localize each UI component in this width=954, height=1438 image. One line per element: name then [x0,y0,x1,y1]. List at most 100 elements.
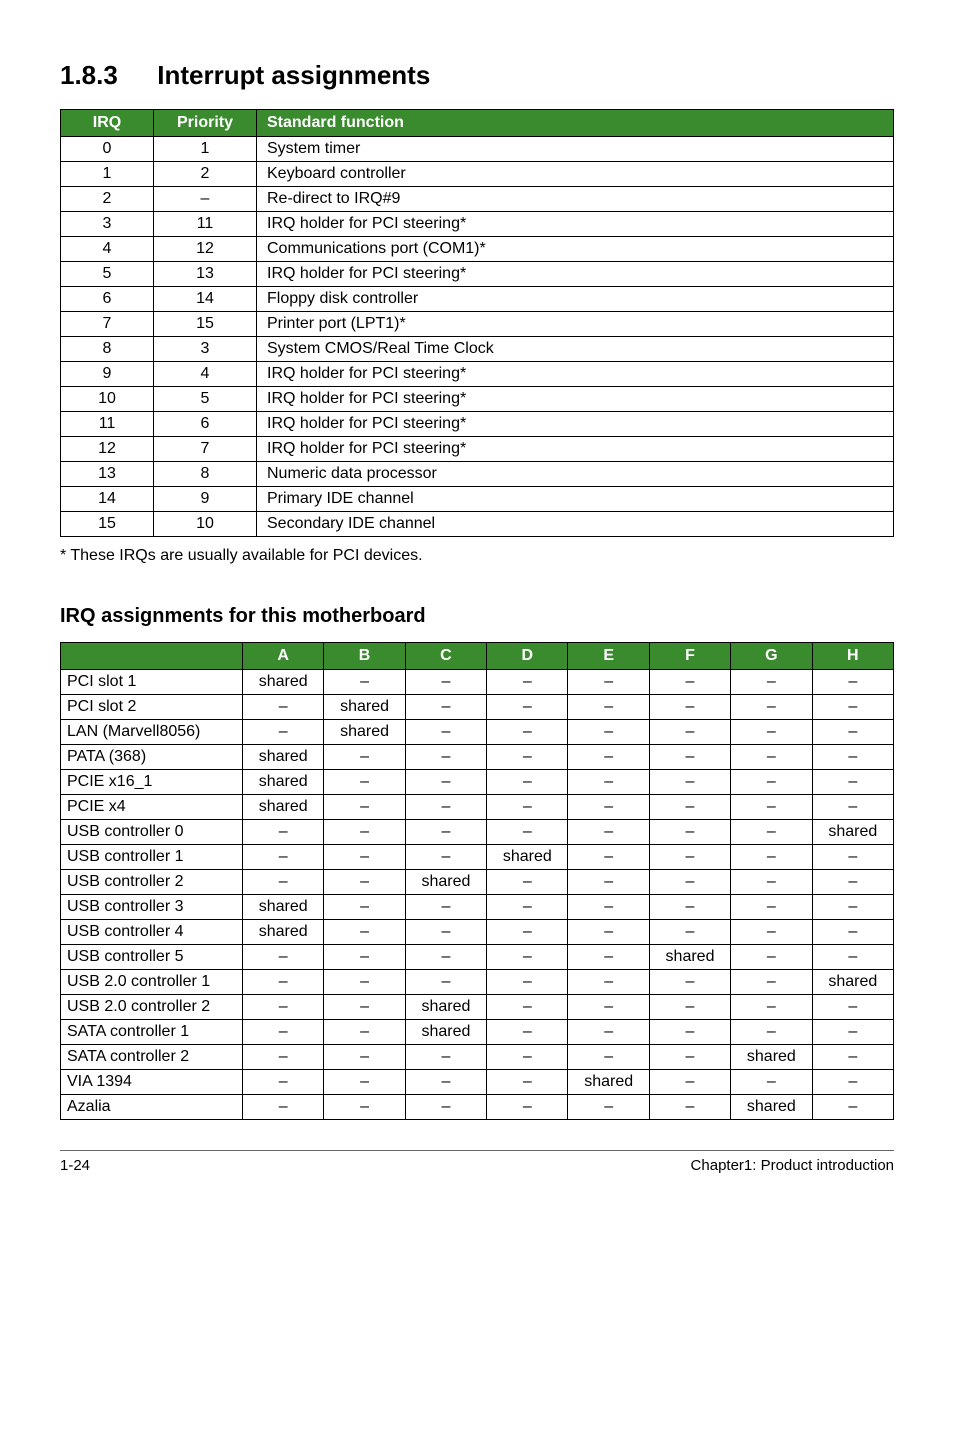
cell-assignment: – [649,795,730,820]
table-row: USB 2.0 controller 1–––––––shared [61,970,894,995]
footnote: * These IRQs are usually available for P… [60,547,894,565]
cell-assignment: – [324,995,405,1020]
cell-assignment: – [568,970,649,995]
cell-irq: 3 [61,212,154,237]
cell-assignment: – [568,995,649,1020]
cell-assignment: – [487,720,568,745]
cell-assignment: – [405,670,486,695]
table-row: PCIE x16_1shared––––––– [61,770,894,795]
cell-priority: 9 [154,487,257,512]
cell-assignment: – [243,945,324,970]
cell-function: IRQ holder for PCI steering* [257,412,894,437]
cell-assignment: shared [243,745,324,770]
cell-function: IRQ holder for PCI steering* [257,212,894,237]
table-row: USB controller 0–––––––shared [61,820,894,845]
cell-priority: 3 [154,337,257,362]
cell-assignment: – [731,870,812,895]
cell-assignment: shared [243,895,324,920]
cell-priority: 10 [154,512,257,537]
table-row: VIA 1394––––shared––– [61,1070,894,1095]
cell-assignment: – [649,920,730,945]
table-row: 83System CMOS/Real Time Clock [61,337,894,362]
cell-device-label: PCIE x16_1 [61,770,243,795]
cell-assignment: – [731,845,812,870]
cell-assignment: – [812,845,893,870]
cell-assignment: – [568,720,649,745]
table-row: USB controller 1–––shared–––– [61,845,894,870]
cell-priority: 8 [154,462,257,487]
cell-priority: 13 [154,262,257,287]
cell-assignment: – [324,1070,405,1095]
cell-priority: 11 [154,212,257,237]
cell-assignment: – [731,970,812,995]
cell-assignment: – [568,945,649,970]
cell-assignment: – [731,720,812,745]
cell-device-label: Azalia [61,1095,243,1120]
cell-assignment: – [812,770,893,795]
cell-assignment: – [324,870,405,895]
cell-assignment: shared [731,1095,812,1120]
cell-function: Communications port (COM1)* [257,237,894,262]
cell-assignment: shared [812,970,893,995]
cell-device-label: PCI slot 1 [61,670,243,695]
cell-assignment: – [324,1095,405,1120]
cell-assignment: – [649,1095,730,1120]
cell-assignment: – [649,820,730,845]
cell-assignment: – [568,1045,649,1070]
cell-assignment: – [487,1045,568,1070]
cell-assignment: – [324,745,405,770]
col-header-letter: F [649,643,730,670]
cell-assignment: – [405,1070,486,1095]
cell-assignment: – [812,1045,893,1070]
cell-irq: 7 [61,312,154,337]
cell-irq: 12 [61,437,154,462]
cell-assignment: – [731,945,812,970]
cell-assignment: shared [405,995,486,1020]
cell-assignment: – [487,1070,568,1095]
cell-assignment: – [649,1020,730,1045]
cell-function: Printer port (LPT1)* [257,312,894,337]
cell-priority: 5 [154,387,257,412]
cell-assignment: – [487,995,568,1020]
cell-assignment: – [812,745,893,770]
col-header-device [61,643,243,670]
cell-device-label: USB controller 4 [61,920,243,945]
table-row: 12Keyboard controller [61,162,894,187]
cell-assignment: – [405,945,486,970]
cell-function: System CMOS/Real Time Clock [257,337,894,362]
cell-assignment: – [243,720,324,745]
cell-assignment: – [568,745,649,770]
cell-assignment: – [649,1045,730,1070]
table-row: PATA (368)shared––––––– [61,745,894,770]
cell-assignment: – [487,870,568,895]
cell-assignment: – [487,920,568,945]
table-row: 116IRQ holder for PCI steering* [61,412,894,437]
col-header-letter: A [243,643,324,670]
cell-assignment: – [812,670,893,695]
cell-irq: 15 [61,512,154,537]
cell-device-label: USB controller 1 [61,845,243,870]
table-row: PCIE x4shared––––––– [61,795,894,820]
section-title: Interrupt assignments [157,60,430,90]
irq-table: IRQ Priority Standard function 01System … [60,109,894,537]
cell-assignment: – [568,820,649,845]
cell-function: IRQ holder for PCI steering* [257,262,894,287]
cell-irq: 0 [61,137,154,162]
table-row: 127IRQ holder for PCI steering* [61,437,894,462]
cell-assignment: – [649,745,730,770]
cell-assignment: – [649,895,730,920]
cell-assignment: – [487,670,568,695]
cell-assignment: – [812,795,893,820]
cell-assignment: – [324,845,405,870]
cell-assignment: – [324,1020,405,1045]
cell-irq: 13 [61,462,154,487]
cell-assignment: shared [405,870,486,895]
table-row: 715Printer port (LPT1)* [61,312,894,337]
cell-function: Secondary IDE channel [257,512,894,537]
col-header-letter: D [487,643,568,670]
col-header-priority: Priority [154,110,257,137]
cell-assignment: – [568,670,649,695]
cell-assignment: – [731,770,812,795]
cell-assignment: – [812,870,893,895]
cell-assignment: shared [405,1020,486,1045]
